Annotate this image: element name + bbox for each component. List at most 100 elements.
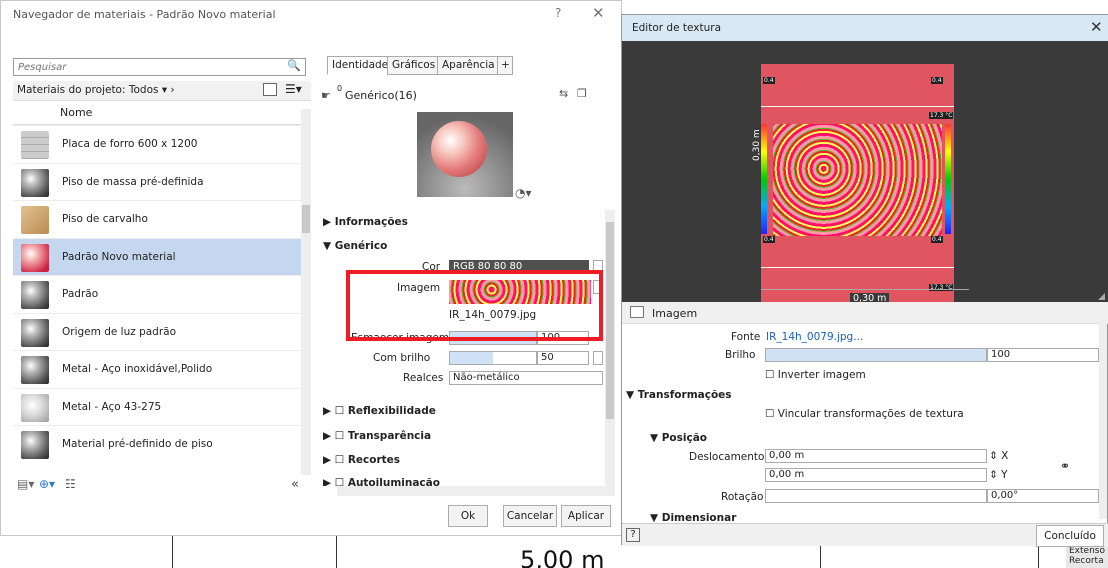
dimension-line — [761, 289, 969, 290]
column-header[interactable]: Nome — [13, 101, 301, 125]
offset-y-field[interactable]: 0,00 m — [765, 468, 987, 482]
rotation-value[interactable]: 0,00° — [987, 489, 1099, 503]
tab-identidade[interactable]: Identidade — [327, 56, 394, 75]
material-name: Padrão Novo material — [62, 250, 176, 263]
list-view-icon[interactable]: ☰▾ — [285, 82, 302, 96]
chain-link-icon[interactable]: ⚭ — [1060, 459, 1070, 473]
material-list-item[interactable]: Padrão Novo material — [13, 237, 301, 275]
offset-x-spinner[interactable]: ⇕ X — [989, 450, 1008, 462]
tag-br: 0.4 — [931, 236, 943, 243]
replace-asset-icon[interactable]: ⇆ — [559, 87, 568, 100]
close-button[interactable]: ✕ — [592, 4, 605, 22]
texture-close-button[interactable]: ✕ — [1090, 18, 1103, 36]
offset-label: Deslocamento — [689, 451, 765, 463]
duplicate-asset-icon[interactable]: ❐ — [577, 87, 587, 100]
material-thumbnail — [21, 356, 49, 384]
position-label: Posição — [661, 432, 708, 444]
highlights-label: Realces — [403, 372, 444, 384]
section-reflect[interactable]: ▶ ☐ Reflexibilidade — [323, 405, 436, 417]
section-selfillum-label: Autoiluminação — [347, 477, 440, 486]
texture-editor-titlebar: Editor de textura — [622, 15, 1108, 41]
resize-grip-icon[interactable] — [1098, 293, 1105, 300]
ext-label-a: Extensõ — [1069, 546, 1105, 556]
done-button[interactable]: Concluído — [1036, 525, 1104, 547]
section-transp[interactable]: ▶ ☐ Transparência — [323, 430, 431, 442]
library-folder-icon[interactable]: ▤▾ — [17, 477, 34, 491]
image-icon — [630, 306, 644, 318]
section-transp-label: Transparência — [347, 430, 432, 442]
section-reflect-label: Reflexibilidade — [347, 405, 436, 417]
material-name: Placa de forro 600 x 1200 — [62, 138, 198, 150]
material-list-item[interactable]: Material pré-definido de piso — [13, 425, 301, 463]
section-position[interactable]: ▼ Posição — [650, 432, 707, 444]
list-scrollbar[interactable] — [301, 109, 311, 475]
material-list-item[interactable]: Piso de carvalho — [13, 200, 301, 238]
collapse-button[interactable]: « — [291, 477, 299, 492]
section-cutouts[interactable]: ▶ ☐ Recortes — [323, 454, 400, 466]
material-thumbnail — [21, 243, 49, 272]
material-list-item[interactable]: Piso de massa pré-definida — [13, 162, 301, 200]
texture-editor-window: Editor de textura ✕ 0.4 0.4 17.3 °C 0.4 … — [621, 14, 1108, 547]
search-icon[interactable]: 🔍 — [287, 59, 301, 72]
cancel-button[interactable]: Cancelar — [503, 505, 557, 527]
section-generic[interactable]: ▼ Genérico — [323, 240, 387, 252]
link-checkbox[interactable]: ☐ Vincular transformações de textura — [765, 408, 964, 420]
material-name: Piso de massa pré-definida — [62, 175, 204, 188]
add-material-icon[interactable]: ⊕▾ — [39, 477, 55, 491]
hand-icon: ☛ — [321, 89, 331, 102]
help-icon[interactable]: ? — [626, 528, 640, 542]
material-browser-window: Navegador de materiais - Padrão Novo mat… — [0, 0, 622, 536]
material-name: Metal - Aço 43-275 — [62, 400, 162, 413]
section-selfillum[interactable]: ▶ ☐ Autoiluminação — [323, 477, 440, 486]
offset-y-spinner[interactable]: ⇕ Y — [989, 469, 1008, 481]
library-list-icon[interactable]: ☷ — [65, 477, 76, 491]
section-info[interactable]: ▶ Informações — [323, 216, 408, 228]
preview-options-icon[interactable]: ◔▾ — [515, 186, 532, 200]
material-list-item[interactable]: Metal - Aço inoxidável,Polido — [13, 350, 301, 388]
material-list-item[interactable]: Placa de forro 600 x 1200 — [13, 125, 301, 163]
axis-x-label: X — [1001, 450, 1009, 462]
material-list-item[interactable]: Metal - Aço 43-275 — [13, 387, 301, 425]
apply-button[interactable]: Aplicar — [561, 505, 611, 527]
image-section-header: Imagem — [622, 302, 1108, 324]
tag-temp-right: 17.3 °C — [929, 112, 954, 119]
tab-graficos[interactable]: Gráficos — [387, 56, 441, 75]
fonte-label: Fonte — [731, 331, 761, 343]
texture-preview[interactable]: 0.4 0.4 17.3 °C 0.4 0.4 17.3 °C 0,30 m 0… — [622, 41, 1108, 304]
ok-button[interactable]: Ok — [448, 505, 488, 527]
section-transform[interactable]: ▼ Transformações — [626, 389, 732, 401]
search-input[interactable] — [14, 59, 282, 75]
material-list-item[interactable]: Origem de luz padrão — [13, 312, 301, 350]
texture-scrollbar[interactable] — [1099, 319, 1107, 519]
brilho-value[interactable]: 100 — [987, 348, 1099, 362]
tile-line-bottom — [761, 267, 954, 268]
search-box[interactable]: 🔍 — [13, 58, 306, 76]
material-thumbnail — [21, 318, 49, 347]
ext-label-b: Recorta — [1069, 556, 1104, 566]
list-scroll-thumb[interactable] — [302, 205, 310, 233]
fonte-link[interactable]: IR_14h_0079.jpg... — [766, 331, 863, 343]
tag-tr: 0.4 — [931, 77, 943, 84]
rotation-slider[interactable] — [765, 489, 987, 503]
view-grid-icon[interactable] — [263, 83, 277, 96]
gloss-slider[interactable] — [449, 351, 537, 365]
material-thumbnail — [21, 168, 49, 197]
material-list-item[interactable]: Padrão — [13, 275, 301, 313]
material-thumbnail — [21, 206, 49, 234]
gloss-value[interactable]: 50 — [537, 351, 589, 365]
project-filter-dropdown[interactable]: Materiais do projeto: Todos ▾ › — [17, 84, 175, 96]
offset-x-field[interactable]: 0,00 m — [765, 449, 987, 463]
tab-aparencia[interactable]: Aparência — [437, 56, 500, 75]
brilho-label: Brilho — [725, 349, 756, 361]
help-button[interactable]: ? — [555, 6, 561, 20]
gloss-spinner[interactable] — [593, 351, 603, 365]
horizontal-scrollbar[interactable] — [337, 486, 605, 496]
image-section-label: Imagem — [652, 307, 698, 320]
invert-label: Inverter imagem — [777, 369, 866, 381]
properties-scroll-thumb[interactable] — [606, 222, 614, 419]
add-tab-button[interactable]: + — [497, 56, 513, 75]
highlights-select[interactable]: Não-metálico — [449, 371, 603, 385]
invert-checkbox[interactable]: ☐ Inverter imagem — [765, 369, 866, 381]
section-generic-label: Genérico — [334, 240, 388, 252]
brilho-slider[interactable] — [765, 348, 987, 362]
